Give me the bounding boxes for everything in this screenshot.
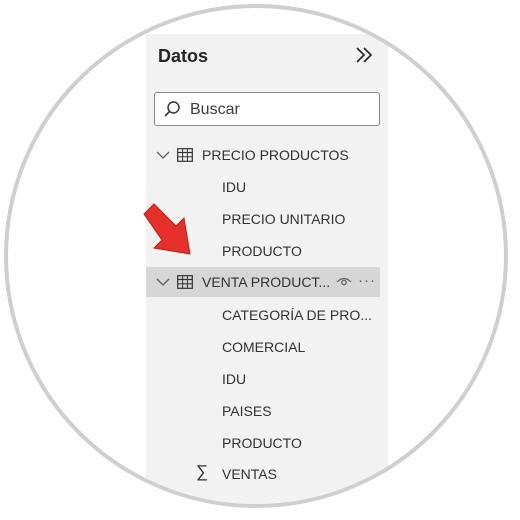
data-pane: Datos Buscar PRECIO PRODUCTOS IDU PRECIO… (146, 34, 388, 504)
chevron-down-icon[interactable] (156, 275, 170, 289)
table-row-venta-productos[interactable]: VENTA PRODUCT... ··· (146, 267, 380, 297)
table-name: VENTA PRODUCT... (202, 274, 331, 290)
red-arrow-pointer (143, 203, 191, 255)
field-name: PAISES (222, 403, 272, 419)
table-icon (177, 148, 193, 162)
field-row[interactable]: CATEGORÍA DE PRO... (146, 300, 388, 330)
field-row[interactable]: PRODUCTO (146, 428, 388, 458)
table-row-precio-productos[interactable]: PRECIO PRODUCTOS (146, 140, 388, 170)
field-name: PRECIO UNITARIO (222, 211, 346, 227)
field-name: PRODUCTO (222, 243, 302, 259)
row-actions: ··· (336, 273, 376, 288)
measure-name: VENTAS (222, 466, 277, 482)
search-icon (164, 101, 180, 117)
field-row[interactable]: IDU (146, 364, 388, 394)
table-icon (177, 275, 193, 289)
field-name: COMERCIAL (222, 339, 306, 355)
field-name: IDU (222, 371, 247, 387)
table-name: PRECIO PRODUCTOS (202, 147, 349, 163)
more-options-icon[interactable]: ··· (358, 273, 376, 288)
collapse-pane-icon[interactable] (354, 44, 376, 66)
field-row[interactable]: COMERCIAL (146, 332, 388, 362)
field-row[interactable]: PAISES (146, 396, 388, 426)
field-name: PRODUCTO (222, 435, 302, 451)
search-placeholder: Buscar (190, 101, 240, 118)
field-name: IDU (222, 179, 247, 195)
sigma-icon: ∑ (196, 462, 209, 481)
field-name: CATEGORÍA DE PRO... (222, 307, 372, 323)
chevron-down-icon[interactable] (156, 148, 170, 162)
eye-icon[interactable] (336, 274, 352, 288)
circle-frame: Datos Buscar PRECIO PRODUCTOS IDU PRECIO… (4, 4, 508, 508)
search-input[interactable]: Buscar (154, 92, 380, 126)
pane-title: Datos (158, 46, 209, 66)
measure-row[interactable]: ∑ VENTAS (146, 459, 388, 489)
